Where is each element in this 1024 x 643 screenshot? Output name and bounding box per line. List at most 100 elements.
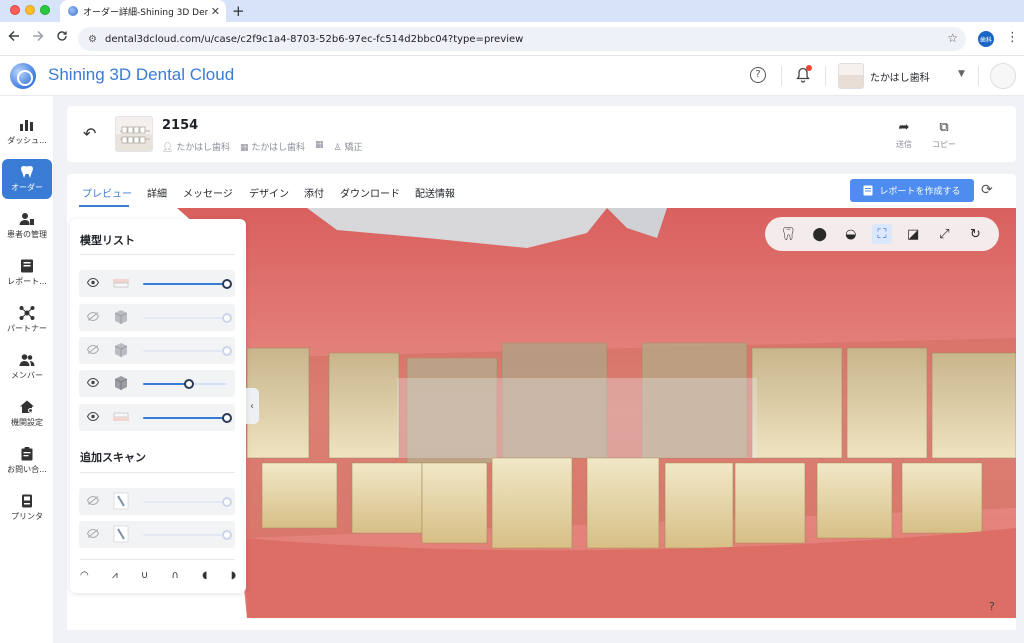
view-lower-icon[interactable]: ∪ [141,570,148,581]
opacity-slider[interactable] [143,497,232,507]
brand-title[interactable]: Shining 3D Dental Cloud [48,65,234,85]
profile-avatar[interactable]: 歯科 [978,31,994,47]
help-hint-icon[interactable]: ? [989,600,995,613]
eye-hidden-icon[interactable] [87,312,99,321]
model-row[interactable] [79,370,235,397]
tab-design[interactable]: デザイン [249,185,289,200]
nav-item-dashboard[interactable]: ダッシュ... [2,112,52,152]
slider-fill [143,283,227,285]
refresh-icon[interactable]: ⟳ [981,182,993,198]
model-row[interactable] [79,404,235,431]
eye-visible-icon[interactable] [87,278,99,287]
clinic-logo[interactable] [838,63,864,89]
eye-hidden-icon[interactable] [87,496,99,505]
browser-tab[interactable]: オーダー詳細-Shining 3D Denta ✕ [60,0,226,22]
nav-item-printer[interactable]: プリンタ [2,488,52,528]
nav-item-partners[interactable]: パートナー [2,300,52,340]
panel-divider [80,559,235,560]
reset-view-icon[interactable]: ↻ [965,224,985,244]
url-field[interactable]: ⚙ dental3dcloud.com/u/case/c2f9c1a4-8703… [78,27,966,51]
view-front-icon[interactable]: ⩘ [112,570,118,581]
panel-divider [80,254,235,255]
tab-download[interactable]: ダウンロード [340,185,400,200]
nav-item-patients[interactable]: 患者の管理 [2,206,52,246]
tab-messages[interactable]: メッセージ [183,185,233,200]
eye-hidden-icon[interactable] [87,345,99,354]
view-top-icon[interactable]: ◠ [80,570,89,581]
nav-item-reports[interactable]: レポート... [2,253,52,293]
opacity-slider[interactable] [143,379,227,389]
opacity-slider[interactable] [143,313,232,323]
opacity-slider[interactable] [143,279,232,289]
model-row[interactable] [79,337,235,364]
tab-details[interactable]: 詳細 [147,185,167,200]
nav-item-orders[interactable]: オーダー [2,159,52,199]
collapse-panel-button[interactable]: ‹ [245,388,259,424]
eye-visible-icon[interactable] [87,378,99,387]
avatar[interactable] [990,63,1016,89]
reload-icon[interactable] [56,30,68,42]
forward-arrow-icon[interactable] [32,30,44,42]
fullscreen-icon[interactable]: ⤢ [934,224,954,244]
die-icon [114,376,128,390]
slider-handle[interactable] [222,413,232,423]
view-upper-icon[interactable]: ∩ [172,570,179,581]
slider-handle[interactable] [222,497,232,507]
clinic-name[interactable]: たかはし歯科 [870,69,930,84]
tab-close-icon[interactable]: ✕ [211,5,220,18]
viewer-toolbar: 🦷︎ ⬤ ◒ ⛶ ◪ ⤢ ↻ [765,217,999,251]
chevron-down-icon[interactable]: ▼ [958,69,965,79]
copy-label: コピー [932,140,956,149]
case-tabs: プレビュー 詳細 メッセージ デザイン 添付 ダウンロード 配送情報 レポートを… [67,174,1016,208]
bookmark-star-icon[interactable]: ☆ [947,31,958,45]
slider-handle[interactable] [222,530,232,540]
create-report-label: レポートを作成する [879,187,961,197]
extra-scan-row[interactable] [79,521,235,548]
slider-handle[interactable] [184,379,195,389]
opacity-slider[interactable] [143,530,232,540]
window-close-button[interactable] [10,5,20,15]
slider-handle[interactable] [222,279,232,289]
create-report-button[interactable]: レポートを作成する [850,179,974,202]
more-vert-icon[interactable]: ⋮ [1006,30,1019,45]
tab-attachments[interactable]: 添付 [304,185,324,200]
undo-back-icon[interactable]: ↶ [83,124,96,143]
nav-item-org-settings[interactable]: 機関設定 [2,394,52,434]
indication: 矯正 [344,143,363,153]
nav-item-members[interactable]: メンバー [2,347,52,387]
nav-item-inquiry[interactable]: お問い合... [2,441,52,481]
opacity-slider[interactable] [143,346,232,356]
slider-handle[interactable] [222,313,232,323]
logo-icon[interactable] [10,63,36,89]
new-tab-button[interactable]: + [232,2,245,20]
case-thumbnail[interactable] [115,116,153,152]
eye-visible-icon[interactable] [87,412,99,421]
tooth-view-icon[interactable]: 🦷︎ [779,224,799,244]
window-minimize-button[interactable] [25,5,35,15]
send-button[interactable]: ➦ 送信 [884,121,924,150]
eye-hidden-icon[interactable] [87,529,99,538]
document-icon [863,185,873,196]
address-bar: ⚙ dental3dcloud.com/u/case/c2f9c1a4-8703… [0,22,1024,56]
slider-fill [143,417,227,419]
view-left-icon[interactable]: ◖ [202,570,207,581]
tab-shipping[interactable]: 配送情報 [415,185,455,200]
extra-scan-row[interactable] [79,488,235,515]
slider-handle[interactable] [222,346,232,356]
help-icon[interactable]: ? [750,67,766,83]
tab-preview[interactable]: プレビュー [82,185,132,200]
pin-icon[interactable]: ⬤ [810,224,830,244]
slider-fill [143,383,190,385]
copy-button[interactable]: ⧉ コピー [924,121,964,150]
window-zoom-button[interactable] [40,5,50,15]
share-icon: ➦ [898,120,910,135]
back-arrow-icon[interactable] [8,30,20,42]
model-row[interactable] [79,304,235,331]
model-row[interactable] [79,270,235,297]
section-icon[interactable]: ◪ [903,224,923,244]
opacity-slider[interactable] [143,413,232,423]
occlusion-icon[interactable]: ◒ [841,224,861,244]
view-right-icon[interactable]: ◗ [231,570,236,581]
select-icon[interactable]: ⛶ [871,224,892,244]
site-settings-icon[interactable]: ⚙ [88,34,97,45]
